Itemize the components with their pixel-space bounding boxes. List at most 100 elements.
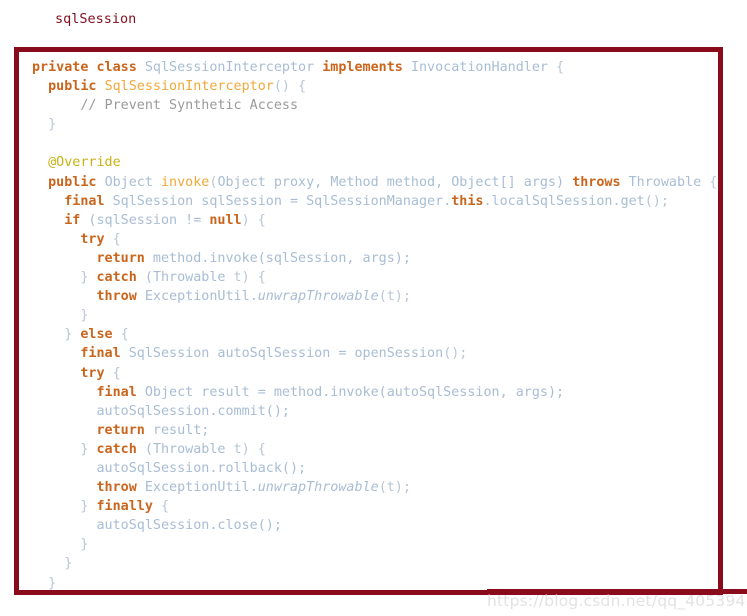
code-line: final SqlSession sqlSession = SqlSession… bbox=[32, 192, 716, 211]
code-token: autoSqlSession.commit(); bbox=[32, 403, 290, 419]
code-token: (); bbox=[644, 193, 669, 209]
code-token: else bbox=[80, 327, 113, 343]
code-token: autoSqlSession = bbox=[209, 346, 355, 362]
code-token: (); bbox=[443, 346, 468, 362]
code-token: sqlSession = bbox=[193, 193, 307, 209]
code-token: return bbox=[96, 422, 145, 438]
code-token: if bbox=[64, 212, 81, 228]
code-token: Throwable bbox=[152, 441, 226, 457]
code-token: . bbox=[249, 480, 258, 496]
code-token: get bbox=[620, 193, 645, 209]
code-line: return method.invoke(sqlSession, args); bbox=[32, 249, 716, 268]
code-line: public SqlSessionInterceptor() { bbox=[32, 77, 716, 96]
code-token: try bbox=[80, 231, 105, 247]
code-token: t) { bbox=[225, 270, 266, 286]
code-line: if (sqlSession != null) { bbox=[32, 211, 716, 230]
code-token: SqlSessionInterceptor bbox=[104, 79, 274, 95]
code-listing: private class SqlSessionInterceptor impl… bbox=[32, 58, 716, 590]
code-token: proxy, bbox=[265, 174, 331, 190]
code-token: ExceptionUtil bbox=[144, 289, 250, 305]
code-line: return result; bbox=[32, 421, 716, 440]
code-token: } bbox=[32, 270, 97, 286]
code-token: Object bbox=[144, 384, 194, 400]
code-token: autoSqlSession.rollback(); bbox=[32, 460, 307, 476]
code-line: @Override bbox=[32, 153, 716, 172]
code-line: private class SqlSessionInterceptor impl… bbox=[32, 58, 716, 77]
code-line: } else { bbox=[32, 325, 716, 344]
code-line: autoSqlSession.rollback(); bbox=[32, 459, 716, 478]
code-line: public Object invoke(Object proxy, Metho… bbox=[32, 173, 716, 192]
code-token: SqlSession bbox=[112, 193, 194, 209]
code-line: } catch (Throwable t) { bbox=[32, 440, 716, 459]
code-token: method.invoke(sqlSession, args); bbox=[144, 250, 411, 266]
code-token: result = method.invoke(autoSqlSession, a… bbox=[193, 384, 565, 400]
code-token: public bbox=[48, 79, 97, 95]
code-token: Object bbox=[451, 174, 500, 190]
code-token: ExceptionUtil bbox=[144, 480, 250, 496]
code-token: InvocationHandler bbox=[410, 60, 548, 75]
code-line: try { bbox=[32, 230, 716, 249]
code-token: // Prevent Synthetic Access bbox=[80, 98, 299, 114]
code-line: throw ExceptionUtil.unwrapThrowable(t); bbox=[32, 478, 716, 497]
code-token: autoSqlSession.close(); bbox=[32, 518, 282, 534]
code-line: } bbox=[32, 574, 716, 590]
code-line: final SqlSession autoSqlSession = openSe… bbox=[32, 344, 716, 363]
code-token: throws bbox=[572, 174, 621, 190]
code-token: { bbox=[290, 79, 307, 95]
code-line: autoSqlSession.commit(); bbox=[32, 402, 716, 421]
code-token: { bbox=[112, 327, 129, 343]
code-token: (t); bbox=[378, 480, 411, 496]
code-token: final bbox=[80, 346, 121, 362]
code-token: [] args) bbox=[499, 174, 573, 190]
code-token: } bbox=[32, 441, 97, 457]
code-token: implements bbox=[322, 60, 403, 75]
code-token: } bbox=[32, 537, 89, 553]
code-token: this bbox=[451, 193, 484, 209]
code-token: SqlSessionInterceptor bbox=[144, 60, 315, 75]
code-line: final Object result = method.invoke(auto… bbox=[32, 383, 716, 402]
code-token: (t); bbox=[378, 289, 411, 305]
code-token: invoke bbox=[161, 174, 210, 190]
code-line: } bbox=[32, 306, 716, 325]
code-line: } bbox=[32, 115, 716, 134]
code-token: (sqlSession != bbox=[80, 212, 210, 228]
code-line: } bbox=[32, 554, 716, 573]
code-token: return bbox=[96, 250, 145, 266]
code-token: { bbox=[701, 174, 716, 190]
code-token: result; bbox=[144, 422, 210, 438]
code-token: final bbox=[64, 193, 105, 209]
code-token: SqlSession bbox=[128, 346, 210, 362]
code-token: } bbox=[32, 308, 89, 324]
code-token: @Override bbox=[48, 155, 121, 171]
code-token: unwrapThrowable bbox=[257, 480, 379, 496]
code-token: Object bbox=[217, 174, 266, 190]
code-token: ( bbox=[136, 270, 153, 286]
code-token: try bbox=[80, 365, 105, 381]
page-title: sqlSession bbox=[55, 11, 137, 27]
code-token: null bbox=[209, 212, 242, 228]
code-token: class bbox=[96, 60, 137, 75]
code-line: } bbox=[32, 535, 716, 554]
